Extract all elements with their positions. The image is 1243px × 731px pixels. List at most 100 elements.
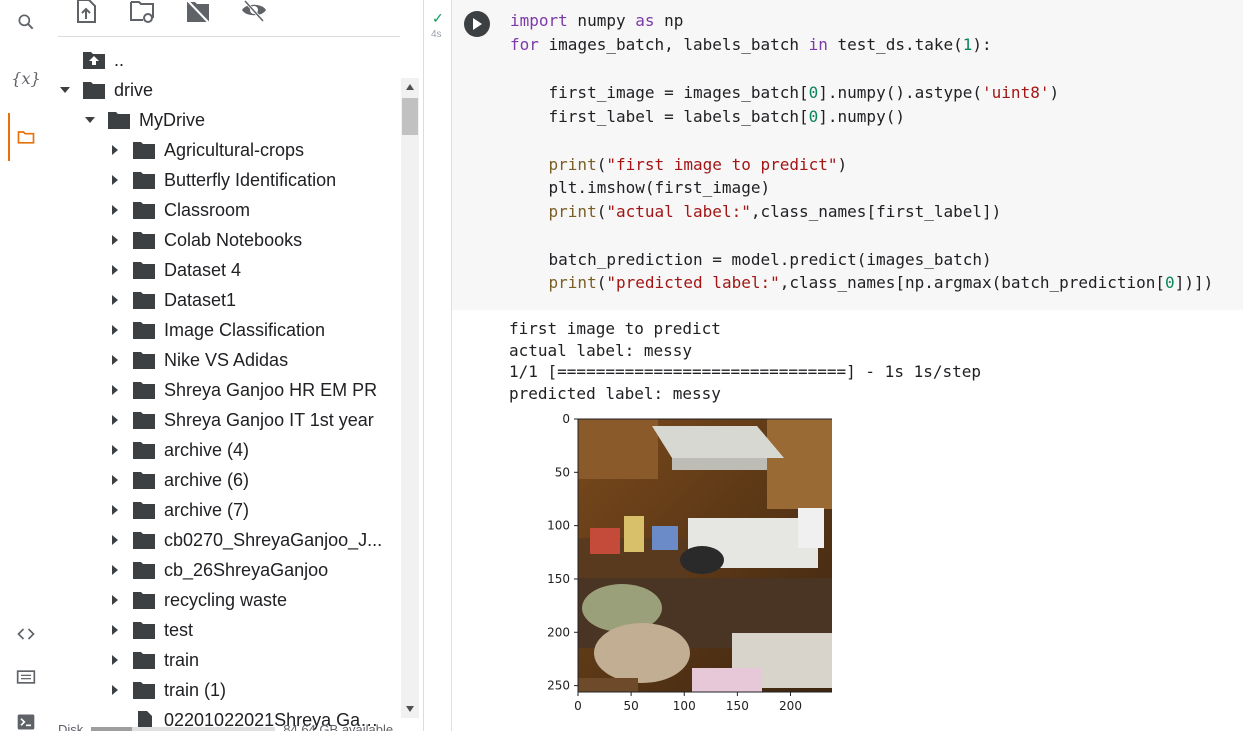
caret-right-icon[interactable] <box>108 143 122 157</box>
code-snippets-icon[interactable] <box>0 614 52 654</box>
code-token: ].numpy().astype( <box>818 83 983 102</box>
caret-right-icon[interactable] <box>108 503 122 517</box>
file-tree-row[interactable]: archive (4) <box>52 435 400 465</box>
hide-files-icon[interactable] <box>240 0 268 24</box>
file-tree-row[interactable]: Dataset1 <box>52 285 400 315</box>
file-tree-row[interactable]: cb_26ShreyaGanjoo <box>52 555 400 585</box>
code-token: for <box>510 35 539 54</box>
terminal-icon[interactable] <box>0 702 52 731</box>
caret-down-icon[interactable] <box>83 113 97 127</box>
code-token: numpy <box>567 11 636 30</box>
caret-right-icon[interactable] <box>108 353 122 367</box>
code-token: first_label = labels_batch[ <box>510 107 809 126</box>
caret-right-icon[interactable] <box>108 623 122 637</box>
code-token: 0 <box>1165 273 1175 292</box>
file-tree-row[interactable]: recycling waste <box>52 585 400 615</box>
file-tree-row[interactable]: Butterfly Identification <box>52 165 400 195</box>
file-tree-label: Nike VS Adidas <box>164 349 289 370</box>
code-line: print("predicted label:",class_names[np.… <box>510 273 1214 292</box>
folder-icon <box>133 201 155 219</box>
code-token: print <box>548 273 597 292</box>
y-axis-ticks: 0 50 100 150 200 250 <box>547 412 578 693</box>
imshow-figure: 0 50 100 150 200 250 0 50 100 150 200 250 <box>547 412 855 713</box>
file-tree-label: Classroom <box>164 199 251 220</box>
caret-down-icon[interactable] <box>58 83 72 97</box>
x-tick-label: 50 <box>623 699 638 713</box>
caret-right-icon[interactable] <box>108 413 122 427</box>
file-tree-row[interactable]: archive (7) <box>52 495 400 525</box>
code-line: print("actual label:",class_names[first_… <box>510 202 1002 221</box>
caret-right-icon[interactable] <box>108 683 122 697</box>
code-line: plt.imshow(first_image) <box>510 178 771 197</box>
folder-icon[interactable] <box>0 117 52 157</box>
file-tree-row[interactable]: Nike VS Adidas <box>52 345 400 375</box>
toolbar-divider <box>58 36 400 37</box>
caret-right-icon[interactable] <box>108 293 122 307</box>
caret-right-icon[interactable] <box>108 533 122 547</box>
file-tree-label: archive (7) <box>164 499 250 520</box>
file-tree-scrollbar[interactable] <box>401 78 419 718</box>
file-tree-row[interactable]: Dataset 4 <box>52 255 400 285</box>
code-token: 'uint8' <box>982 83 1050 102</box>
caret-right-icon[interactable] <box>108 173 122 187</box>
caret-right-icon[interactable] <box>108 203 122 217</box>
y-tick-label: 100 <box>547 519 570 533</box>
code-editor[interactable]: import numpy as np for images_batch, labe… <box>502 0 1243 310</box>
file-tree-row[interactable]: Image Classification <box>52 315 400 345</box>
file-tree-row[interactable]: train (1) <box>52 675 400 705</box>
file-tree-row[interactable]: Agricultural-crops <box>52 135 400 165</box>
file-tree-row[interactable]: drive <box>52 75 400 105</box>
file-tree-row[interactable]: test <box>52 615 400 645</box>
mount-drive-icon[interactable] <box>184 0 212 24</box>
activity-rail: {x} <box>0 0 52 731</box>
notebook-area: ✓ 4s import numpy as np for images_batch,… <box>424 0 1243 731</box>
folder-icon <box>133 441 155 459</box>
file-tree-row[interactable]: archive (6) <box>52 465 400 495</box>
caret-right-icon[interactable] <box>108 443 122 457</box>
code-token: ) <box>837 155 848 174</box>
refresh-folder-icon[interactable] <box>128 0 156 24</box>
caret-right-icon[interactable] <box>108 593 122 607</box>
scroll-thumb[interactable] <box>402 98 418 135</box>
upload-file-icon[interactable] <box>72 0 100 24</box>
caret-right-icon[interactable] <box>108 653 122 667</box>
code-token: test_ds.take( <box>827 35 963 54</box>
caret-right-icon[interactable] <box>108 473 122 487</box>
folder-icon <box>133 651 155 669</box>
code-token: "actual label:" <box>606 202 751 221</box>
output-line: 1/1 [==============================] - 1… <box>509 362 982 381</box>
file-tree-row[interactable]: Colab Notebooks <box>52 225 400 255</box>
code-cell[interactable]: import numpy as np for images_batch, labe… <box>451 0 1243 310</box>
image-cloth <box>594 623 690 683</box>
file-tree-row[interactable]: Shreya Ganjoo HR EM PR <box>52 375 400 405</box>
x-tick-label: 0 <box>574 699 582 713</box>
command-palette-icon[interactable] <box>0 657 52 697</box>
file-tree-label: Image Classification <box>164 319 326 340</box>
file-tree-row[interactable]: Classroom <box>52 195 400 225</box>
scroll-up-arrow-icon[interactable] <box>405 82 415 92</box>
caret-right-icon[interactable] <box>108 383 122 397</box>
file-tree-row[interactable]: train <box>52 645 400 675</box>
file-tree-label: drive <box>114 79 154 100</box>
caret-right-icon[interactable] <box>108 323 122 337</box>
caret-right-icon[interactable] <box>108 233 122 247</box>
file-tree-row[interactable]: MyDrive <box>52 105 400 135</box>
caret-right-icon[interactable] <box>108 563 122 577</box>
file-tree-row[interactable]: .. <box>52 45 400 75</box>
file-tree-label: recycling waste <box>164 589 288 610</box>
scroll-down-arrow-icon[interactable] <box>405 704 415 714</box>
code-token: ( <box>596 202 607 221</box>
file-tree-label: test <box>164 619 194 640</box>
kitchen-image <box>578 419 850 692</box>
file-tree-row[interactable]: Shreya Ganjoo IT 1st year <box>52 405 400 435</box>
run-cell-button[interactable] <box>464 11 490 37</box>
variables-icon[interactable]: {x} <box>0 58 52 98</box>
caret-right-icon[interactable] <box>108 263 122 277</box>
file-tree-row[interactable]: cb0270_ShreyaGanjoo_J... <box>52 525 400 555</box>
file-tree-label: archive (6) <box>164 469 250 490</box>
variables-glyph: {x} <box>11 68 41 88</box>
search-icon[interactable] <box>0 2 52 42</box>
code-line: for images_batch, labels_batch in test_d… <box>510 35 992 54</box>
file-tree-label: Dataset1 <box>164 289 237 310</box>
